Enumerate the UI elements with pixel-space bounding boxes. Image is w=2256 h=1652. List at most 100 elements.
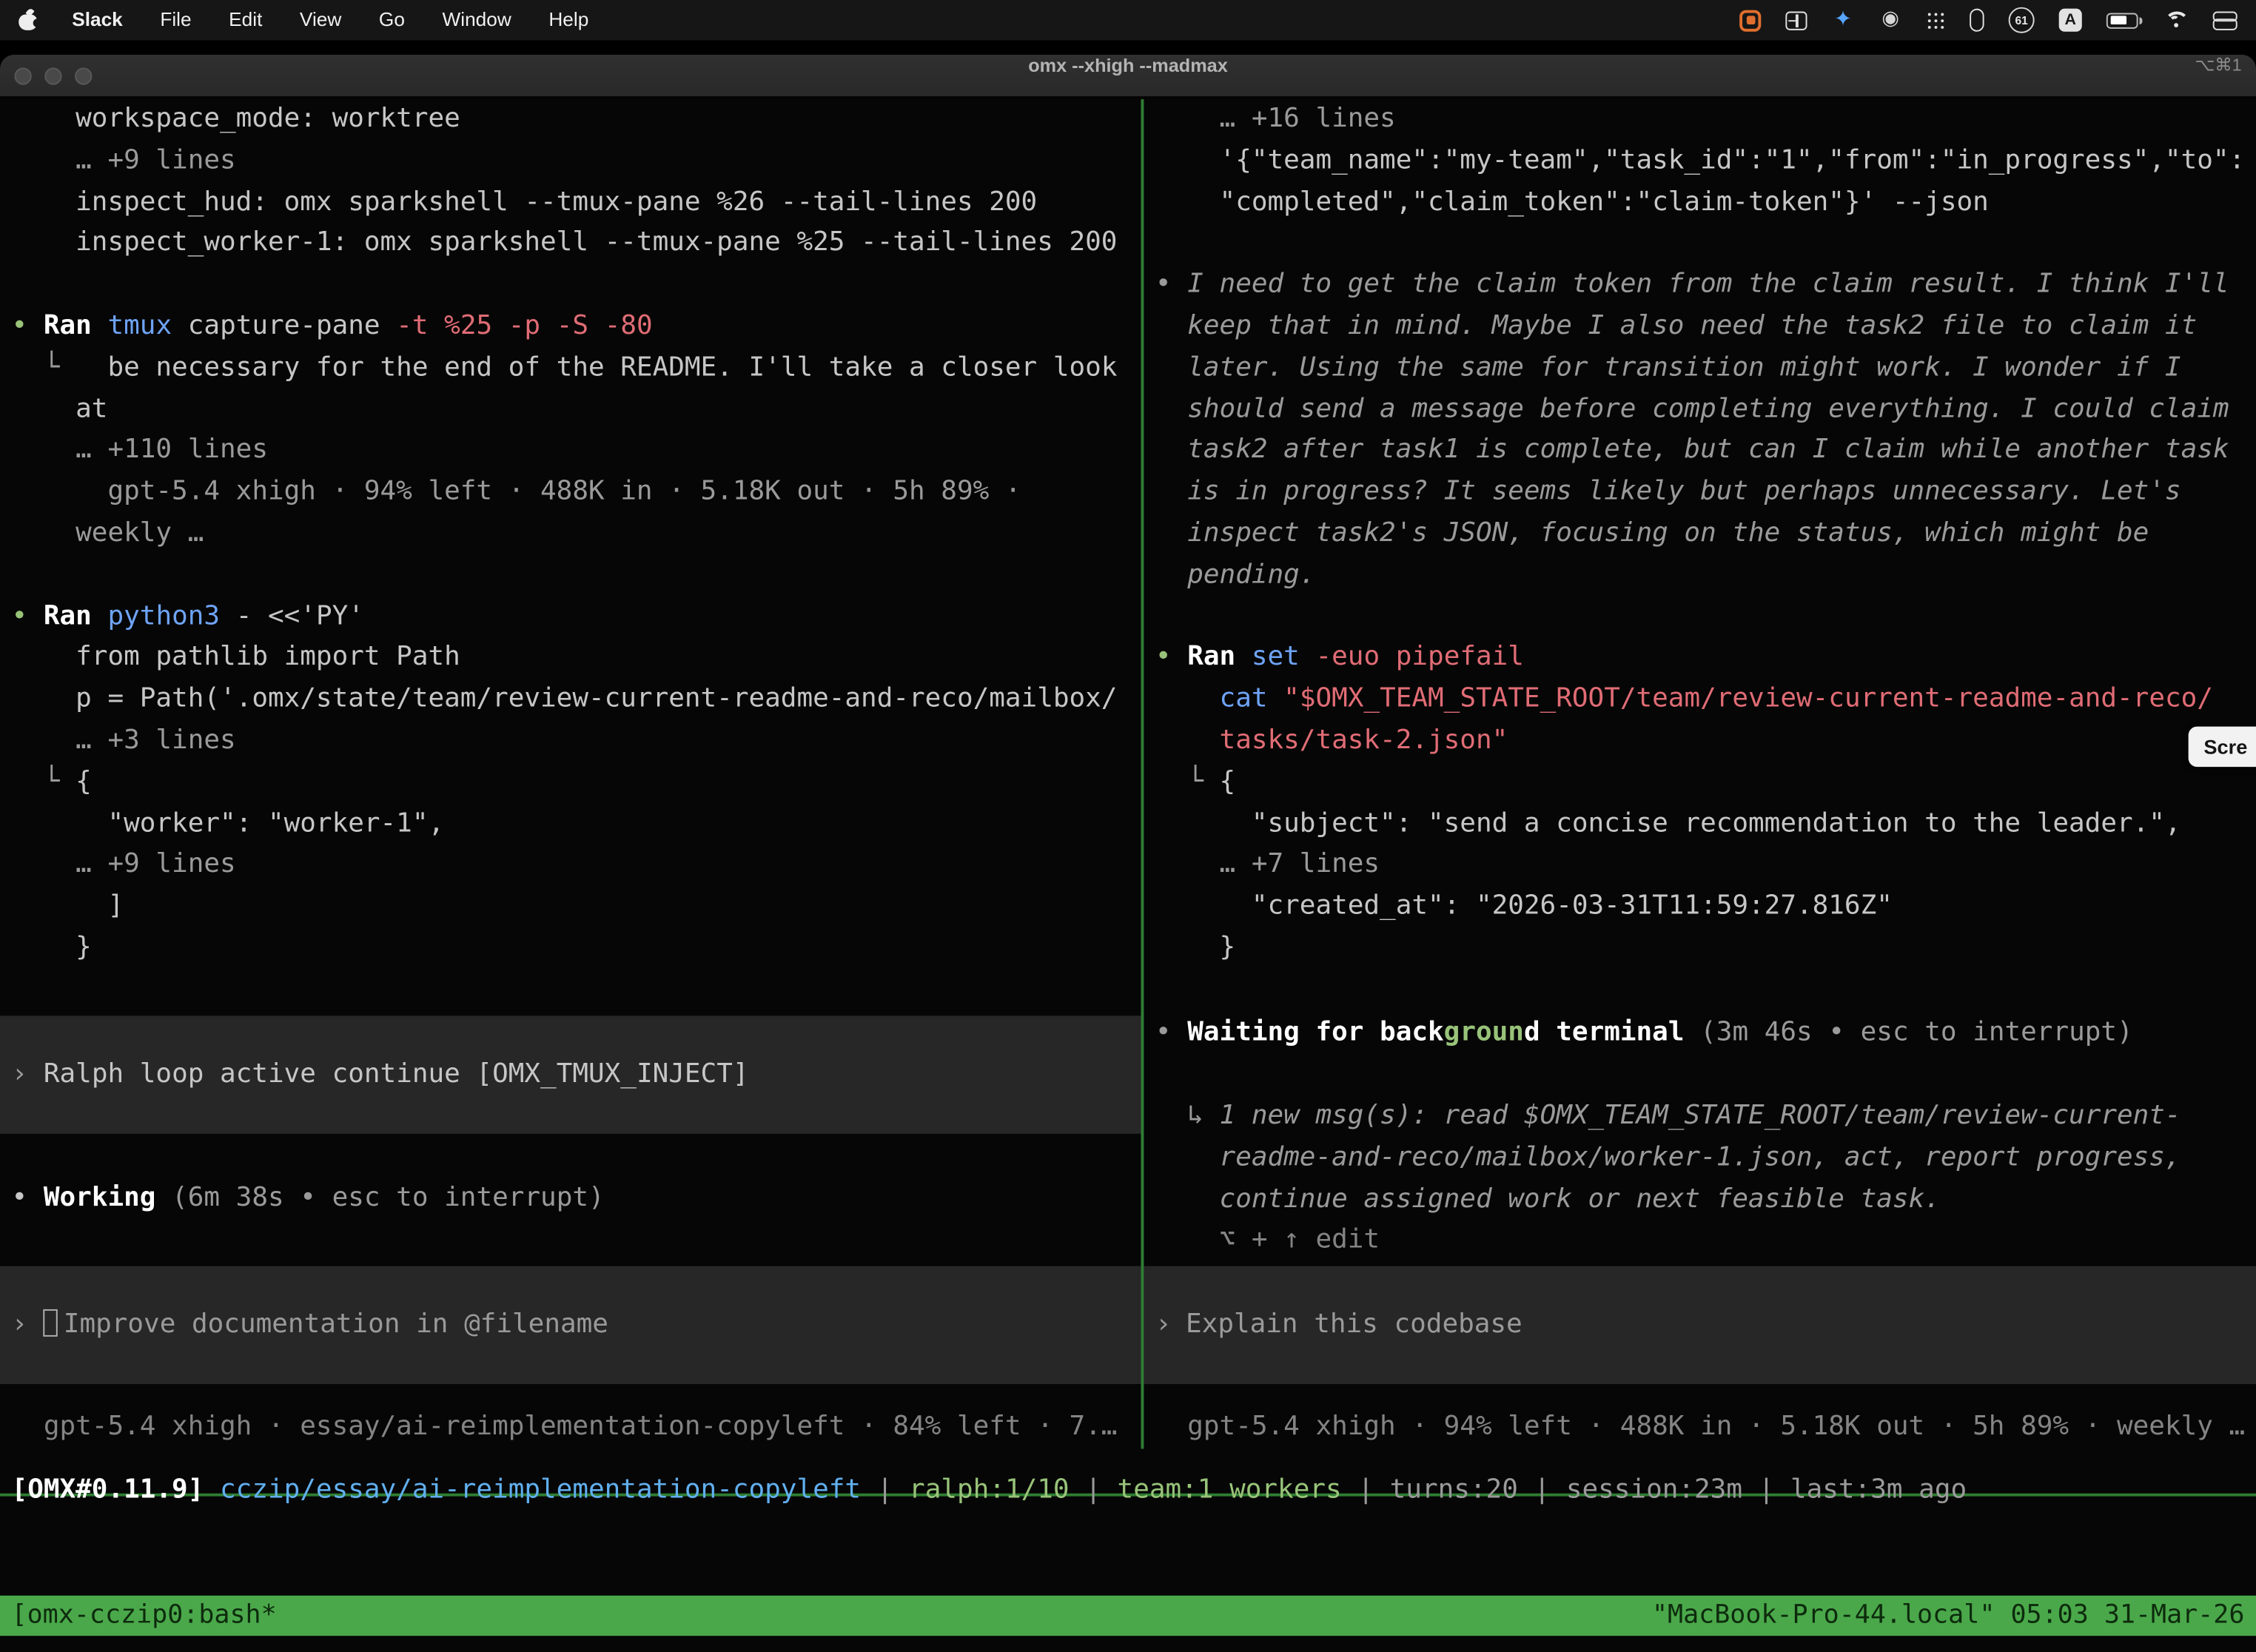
text-segment: turns:20 (1390, 1474, 1518, 1505)
right-pane-footer: gpt-5.4 xhigh · 94% left · 488K in · 5.1… (1144, 1407, 2256, 1448)
prompt-placeholder: Improve documentation in @filename (64, 1309, 608, 1339)
text-segment: • (12, 311, 44, 341)
text-segment: p = Path('.omx/state/team/review-current… (12, 684, 1118, 714)
text-segment: 1 new msg(s): read $OMX_TEAM_STATE_ROOT/… (1220, 1101, 2181, 1131)
text-segment: (6m 38s • esc to interrupt) (155, 1183, 604, 1213)
screen-recording-indicator[interactable] (1739, 10, 1761, 31)
terminal-line: └ { (12, 762, 1141, 804)
prompt-input-right-line: ›Explain this codebase (1155, 1304, 1523, 1346)
text-segment: cczip/essay/ai-reimplementation-copyleft (220, 1474, 861, 1505)
text-segment: [OMX#0.11.9] (12, 1474, 204, 1505)
text-segment: › (12, 1058, 44, 1089)
terminal-line: … +9 lines (12, 845, 1141, 887)
apple-menu-icon[interactable] (19, 11, 37, 30)
text-segment: • (12, 1183, 44, 1213)
control-center-icon[interactable] (2213, 10, 2237, 30)
text-segment: … +16 lines (1155, 104, 1396, 134)
text-segment: … +9 lines (12, 850, 236, 880)
menu-item-edit[interactable]: Edit (229, 9, 262, 30)
text-segment: … +7 lines (1155, 850, 1380, 880)
input-source-icon[interactable]: A (2059, 9, 2082, 32)
text-segment: '{"team_name":"my-team","task_id":"1","f… (1155, 145, 2245, 175)
text-segment: task2 after task1 is complete, but can I… (1155, 435, 2229, 466)
dots-grid-icon[interactable] (1927, 11, 1945, 30)
terminal-line: } (12, 928, 1141, 970)
terminal-line: continue assigned work or next feasible … (1155, 1179, 2256, 1220)
circle-app-icon[interactable]: ◉ (1879, 9, 1902, 32)
menu-item-slack[interactable]: Slack (72, 9, 123, 30)
text-segment: cat (1220, 684, 1268, 714)
text-segment: be necessary for the end of the README. … (107, 352, 1117, 383)
capsule-app-icon[interactable] (1970, 9, 1984, 32)
text-segment: ⌥ + ↑ edit (1155, 1225, 1380, 1255)
terminal-line: "worker": "worker-1", (12, 804, 1141, 845)
terminal-line: at (12, 389, 1141, 431)
text-segment: inspect_hud: omx sparkshell --tmux-pane … (12, 187, 1038, 217)
window-title-bar[interactable]: omx --xhigh --madmax ⌥⌘1 (0, 55, 2256, 98)
right-pane[interactable]: … +16 lines '{"team_name":"my-team","tas… (1144, 99, 2256, 1448)
battery-icon[interactable] (2106, 13, 2138, 28)
text-segment: -euo pipefail (1300, 642, 1524, 673)
text-segment: └ (12, 352, 108, 383)
text-segment: Ralph loop active continue [OMX_TMUX_INJ… (44, 1058, 749, 1089)
menu-item-go[interactable]: Go (379, 9, 405, 30)
prompt-input-left[interactable]: ›Improve documentation in @filename (0, 1266, 1141, 1384)
terminal-line: … +3 lines (12, 721, 1141, 762)
text-segment: … +3 lines (12, 725, 236, 756)
text-segment: inspect_worker-1: omx sparkshell --tmux-… (12, 228, 1118, 258)
text-segment (204, 1474, 220, 1505)
text-segment: | (1342, 1474, 1390, 1505)
text-segment: { (1220, 767, 1236, 797)
working-status: • Working (6m 38s • esc to interrupt) (0, 1178, 1141, 1220)
menu-bar: Slack File Edit View Go Window Help ✦ ◉ 61 A (0, 0, 2256, 40)
text-segment: | (861, 1474, 909, 1505)
text-segment: • (1155, 1017, 1187, 1047)
wifi-icon[interactable] (2163, 10, 2189, 31)
text-cursor (44, 1309, 58, 1336)
terminal-line: weekly … (12, 514, 1141, 555)
terminal-line: readme-and-reco/mailbox/worker-1.json, a… (1155, 1138, 2256, 1179)
terminal-line: cat "$OMX_TEAM_STATE_ROOT/team/review-cu… (1155, 679, 2256, 721)
text-segment: session:23m (1566, 1474, 1742, 1505)
terminal-line: p = Path('.omx/state/team/review-current… (12, 679, 1141, 721)
text-segment: } (12, 933, 92, 963)
text-segment: gpt-5.4 xhigh · 94% left · 488K in · 5.1… (12, 477, 1021, 507)
terminal-content: workspace_mode: worktree … +9 lines insp… (0, 99, 2256, 1448)
text-segment: … +9 lines (12, 145, 236, 175)
terminal-line: … +7 lines (1155, 845, 2256, 887)
text-segment: Ran (44, 601, 108, 631)
prompt-input-right[interactable]: ›Explain this codebase (1144, 1266, 2256, 1384)
menu-item-view[interactable]: View (300, 9, 341, 30)
menu-item-help[interactable]: Help (548, 9, 588, 30)
battery-percent-badge[interactable]: 61 (2009, 7, 2035, 33)
terminal-line: inspect_hud: omx sparkshell --tmux-pane … (12, 182, 1141, 224)
text-segment: continue assigned work or next feasible … (1155, 1183, 1941, 1214)
text-segment: | (1070, 1474, 1118, 1505)
menu-item-window[interactable]: Window (442, 9, 511, 30)
text-segment (1155, 684, 1220, 714)
text-segment: - <<'PY' (220, 601, 364, 631)
app-menus: Slack File Edit View Go Window Help (72, 7, 626, 33)
text-segment: Ran (1187, 642, 1252, 673)
text-segment: gpt-5.4 xhigh · essay/ai-reimplementatio… (12, 1411, 1118, 1442)
terminal-line: later. Using the same for transition mig… (1155, 348, 2256, 389)
window-shortcut-hint: ⌥⌘1 (2195, 55, 2241, 98)
omx-status-text: [OMX#0.11.9] cczip/essay/ai-reimplementa… (12, 1471, 1967, 1512)
menu-item-file[interactable]: File (160, 9, 191, 30)
text-segment: "subject": "send a concise recommendatio… (1155, 808, 2181, 839)
left-pane[interactable]: workspace_mode: worktree … +9 lines insp… (0, 99, 1141, 1448)
text-segment: gpt-5.4 xhigh · 94% left · 488K in · 5.1… (1155, 1411, 2245, 1442)
inject-banner[interactable]: › Ralph loop active continue [OMX_TMUX_I… (0, 1015, 1141, 1133)
terminal-line: pending. (1155, 555, 2256, 597)
text-segment: ↳ (1155, 1101, 1220, 1131)
text-segment: keep that in mind. Maybe I also need the… (1155, 311, 2197, 341)
window-grid-icon[interactable] (1785, 11, 1807, 30)
spark-icon[interactable]: ✦ (1832, 9, 1855, 32)
terminal-line: └ { (1155, 762, 2256, 804)
text-segment: tasks/task-2.json" (1155, 725, 1508, 756)
waiting-status-text: • Waiting for background terminal (3m 46… (1155, 1013, 2256, 1054)
left-pane-footer: gpt-5.4 xhigh · essay/ai-reimplementatio… (0, 1407, 1141, 1448)
text-segment: last:3m ago (1790, 1474, 1967, 1505)
terminal-line: ↳ 1 new msg(s): read $OMX_TEAM_STATE_ROO… (1155, 1096, 2256, 1138)
prompt-input-left-line: ›Improve documentation in @filename (12, 1304, 608, 1346)
